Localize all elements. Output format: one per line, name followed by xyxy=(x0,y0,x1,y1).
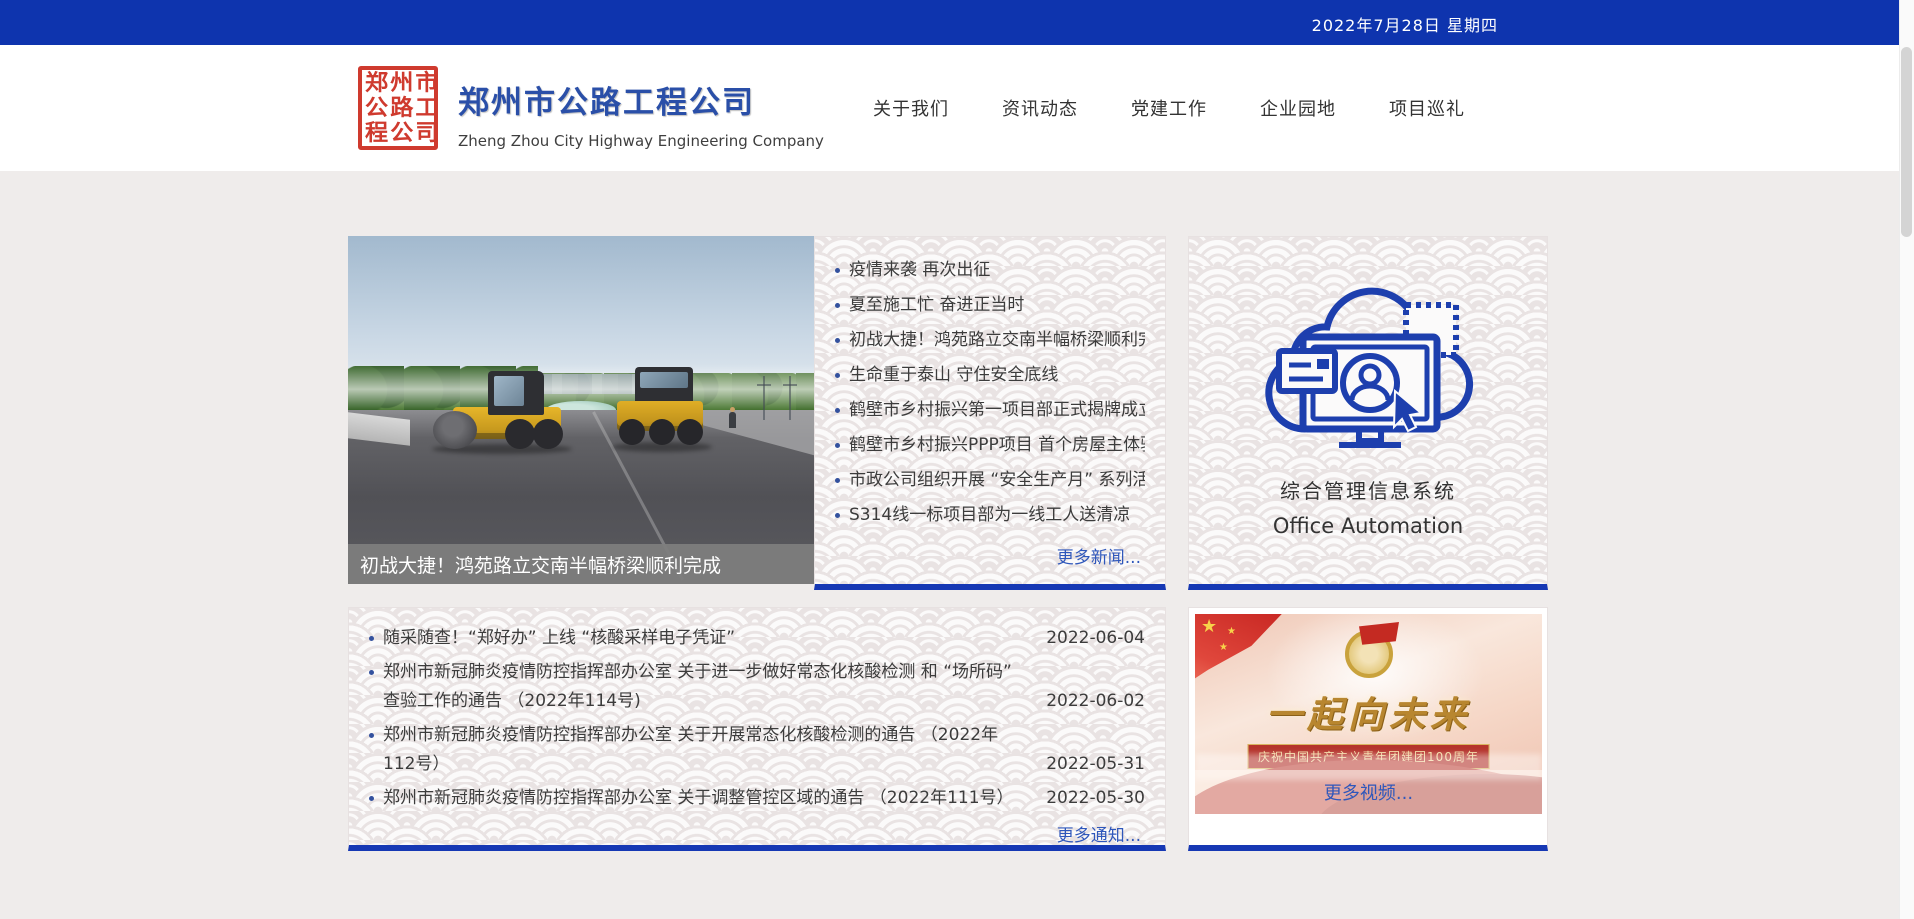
notice-date: 2022-06-02 xyxy=(1046,687,1145,716)
nav-item[interactable]: 关于我们 xyxy=(873,95,949,121)
notice-title: 郑州市新冠肺炎疫情防控指挥部办公室 关于调整管控区域的通告 （2022年111号… xyxy=(383,784,1014,813)
news-carousel[interactable]: 初战大捷！鸿苑路立交南半幅桥梁顺利完成 xyxy=(348,236,814,584)
news-list-item[interactable]: 鹤壁市乡村振兴第一项目部正式揭牌成立 xyxy=(833,393,1145,428)
news-list-item[interactable]: 鹤壁市乡村振兴PPP项目 首个房屋主体验收 xyxy=(833,428,1145,463)
notice-title: 郑州市新冠肺炎疫情防控指挥部办公室 关于进一步做好常态化核酸检测 和 “场所码”… xyxy=(383,658,1028,716)
bullet-dot-icon xyxy=(835,268,840,273)
oa-title-chinese: 综合管理信息系统 xyxy=(1189,475,1547,504)
cloud-oa-icon xyxy=(1189,267,1547,467)
star-icon: ★ xyxy=(1201,616,1217,637)
notice-list-item[interactable]: 郑州市新冠肺炎疫情防控指挥部办公室 关于调整管控区域的通告 （2022年111号… xyxy=(367,784,1145,813)
page-scrollbar[interactable] xyxy=(1899,0,1914,919)
bullet-dot-icon xyxy=(835,338,840,343)
oa-panel[interactable]: 综合管理信息系统 Office Automation xyxy=(1188,236,1548,590)
news-list-item[interactable]: 夏至施工忙 奋进正当时 xyxy=(833,288,1145,323)
scrollbar-thumb[interactable] xyxy=(1901,47,1912,237)
photo-worker xyxy=(729,412,736,428)
photo-road-roller-left xyxy=(433,371,563,451)
video-thumbnail[interactable]: ★ ★ ★ 一起向未来 庆祝中国共产主义青年团建团100周年 更多视频... xyxy=(1195,614,1542,814)
news-item-title: 生命重于泰山 守住安全底线 xyxy=(849,358,1058,393)
news-item-title: 夏至施工忙 奋进正当时 xyxy=(849,288,1024,323)
news-item-title: 疫情来袭 再次出征 xyxy=(849,253,990,288)
notice-date: 2022-06-04 xyxy=(1046,624,1145,653)
photo-power-pylon xyxy=(789,376,791,420)
news-list-item[interactable]: 生命重于泰山 守住安全底线 xyxy=(833,358,1145,393)
carousel-photo-road-rollers xyxy=(348,236,814,584)
bullet-dot-icon xyxy=(835,373,840,378)
news-item-title: S314线一标项目部为一线工人送清凉 xyxy=(849,498,1130,533)
more-videos-band: 更多视频... xyxy=(1195,770,1542,814)
notice-list: 随采随查！“郑好办” 上线 “核酸采样电子凭证” 2022-06-04 郑州市新… xyxy=(367,624,1145,813)
brand-block: 郑州市公路工程公司 Zheng Zhou City Highway Engine… xyxy=(458,77,824,150)
notice-title: 郑州市新冠肺炎疫情防控指挥部办公室 关于开展常态化核酸检测的通告 （2022年1… xyxy=(383,721,1028,779)
video-panel: ★ ★ ★ 一起向未来 庆祝中国共产主义青年团建团100周年 更多视频... xyxy=(1188,607,1548,851)
nav-item[interactable]: 资讯动态 xyxy=(1002,95,1078,121)
notice-list-item[interactable]: 郑州市新冠肺炎疫情防控指挥部办公室 关于开展常态化核酸检测的通告 （2022年1… xyxy=(367,721,1145,779)
logo-line: 公路工 xyxy=(365,96,434,121)
bullet-dot-icon xyxy=(835,408,840,413)
logo-line: 程公司 xyxy=(365,121,434,146)
logo-line: 郑州市 xyxy=(365,71,434,96)
star-icon: ★ xyxy=(1227,626,1236,637)
more-notices-row: 更多通知... xyxy=(367,821,1145,846)
news-item-title: 鹤壁市乡村振兴PPP项目 首个房屋主体验收 xyxy=(849,428,1145,463)
bullet-dot-icon xyxy=(835,478,840,483)
bullet-dot-icon xyxy=(369,796,374,801)
site-header: 郑州市 公路工 程公司 郑州市公路工程公司 Zheng Zhou City Hi… xyxy=(0,45,1914,171)
bullet-dot-icon xyxy=(835,513,840,518)
news-list-item[interactable]: 市政公司组织开展 “安全生产月” 系列活动 xyxy=(833,463,1145,498)
bullet-dot-icon xyxy=(369,636,374,641)
news-list-item[interactable]: 初战大捷！鸿苑路立交南半幅桥梁顺利完成 xyxy=(833,323,1145,358)
more-news-link[interactable]: 更多新闻... xyxy=(1057,548,1141,568)
more-news-row: 更多新闻... xyxy=(833,543,1145,568)
video-slogan: 一起向未来 xyxy=(1195,686,1542,738)
company-name: 郑州市公路工程公司 xyxy=(458,77,824,122)
news-list-item[interactable]: S314线一标项目部为一线工人送清凉 xyxy=(833,498,1145,533)
news-panel: 疫情来袭 再次出征 夏至施工忙 奋进正当时 初战大捷！鸿苑路立交南半幅桥梁顺利完… xyxy=(814,236,1166,590)
photo-road-roller-right xyxy=(611,367,706,447)
carousel-caption: 初战大捷！鸿苑路立交南半幅桥梁顺利完成 xyxy=(360,551,721,578)
notice-list-item[interactable]: 郑州市新冠肺炎疫情防控指挥部办公室 关于进一步做好常态化核酸检测 和 “场所码”… xyxy=(367,658,1145,716)
company-name-english: Zheng Zhou City Highway Engineering Comp… xyxy=(458,132,824,150)
more-notices-link[interactable]: 更多通知... xyxy=(1057,826,1141,846)
nav-item[interactable]: 企业园地 xyxy=(1260,95,1336,121)
top-bar: 2022年7月28日 星期四 xyxy=(0,0,1914,45)
notice-title: 随采随查！“郑好办” 上线 “核酸采样电子凭证” xyxy=(383,624,735,653)
news-item-title: 初战大捷！鸿苑路立交南半幅桥梁顺利完成 xyxy=(849,323,1145,358)
notice-date: 2022-05-30 xyxy=(1046,784,1145,813)
news-item-title: 鹤壁市乡村振兴第一项目部正式揭牌成立 xyxy=(849,393,1145,428)
carousel-caption-bar: 初战大捷！鸿苑路立交南半幅桥梁顺利完成 xyxy=(348,544,814,584)
oa-title-english: Office Automation xyxy=(1189,514,1547,538)
bullet-dot-icon xyxy=(835,303,840,308)
bullet-dot-icon xyxy=(369,733,374,738)
notice-date: 2022-05-31 xyxy=(1046,750,1145,779)
bullet-dot-icon xyxy=(369,670,374,675)
star-icon: ★ xyxy=(1219,642,1228,653)
news-list-item[interactable]: 疫情来袭 再次出征 xyxy=(833,253,1145,288)
youth-league-emblem-icon xyxy=(1345,630,1393,678)
nav-item[interactable]: 党建工作 xyxy=(1131,95,1207,121)
news-item-title: 市政公司组织开展 “安全生产月” 系列活动 xyxy=(849,463,1145,498)
photo-power-pylon xyxy=(763,376,765,420)
more-videos-link[interactable]: 更多视频... xyxy=(1324,779,1413,805)
nav-item[interactable]: 项目巡礼 xyxy=(1389,95,1465,121)
current-date: 2022年7月28日 星期四 xyxy=(1312,12,1498,36)
company-seal-logo[interactable]: 郑州市 公路工 程公司 xyxy=(358,66,438,150)
news-list: 疫情来袭 再次出征 夏至施工忙 奋进正当时 初战大捷！鸿苑路立交南半幅桥梁顺利完… xyxy=(833,253,1145,533)
notice-list-item[interactable]: 随采随查！“郑好办” 上线 “核酸采样电子凭证” 2022-06-04 xyxy=(367,624,1145,653)
bullet-dot-icon xyxy=(835,443,840,448)
notices-panel: 随采随查！“郑好办” 上线 “核酸采样电子凭证” 2022-06-04 郑州市新… xyxy=(348,607,1166,851)
main-nav: 关于我们 资讯动态 党建工作 企业园地 项目巡礼 xyxy=(873,45,1465,171)
